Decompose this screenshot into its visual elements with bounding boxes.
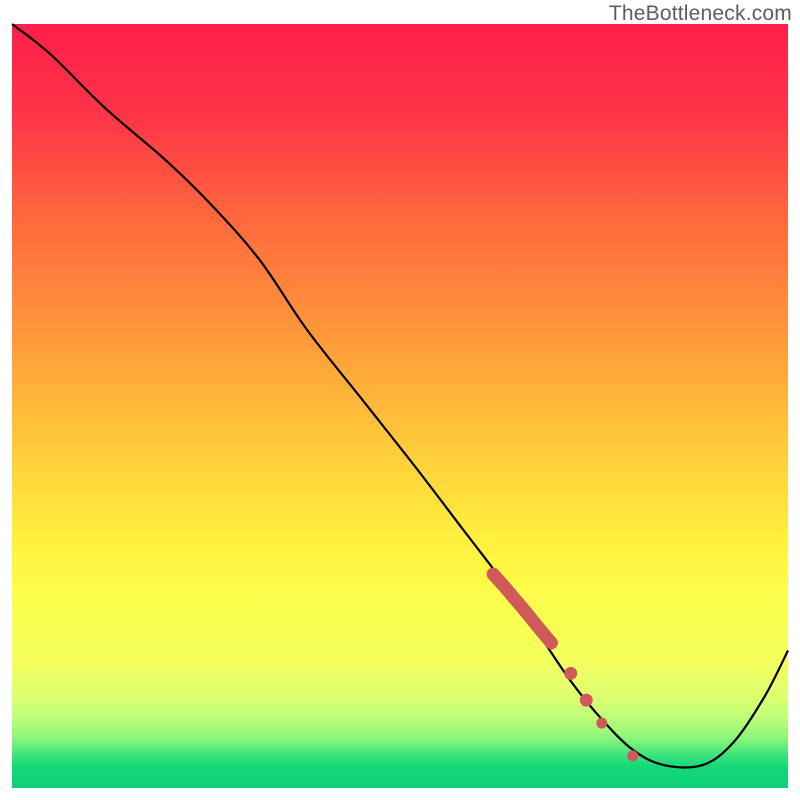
chart-container: TheBottleneck.com	[0, 0, 800, 800]
marker-dot	[627, 750, 638, 761]
heatmap-background	[12, 24, 788, 788]
marker-dot	[545, 636, 558, 649]
watermark-text: TheBottleneck.com	[609, 2, 792, 26]
marker-dot	[596, 718, 607, 729]
marker-dot	[580, 694, 593, 707]
marker-dot	[564, 667, 577, 680]
bottleneck-chart	[0, 0, 800, 800]
